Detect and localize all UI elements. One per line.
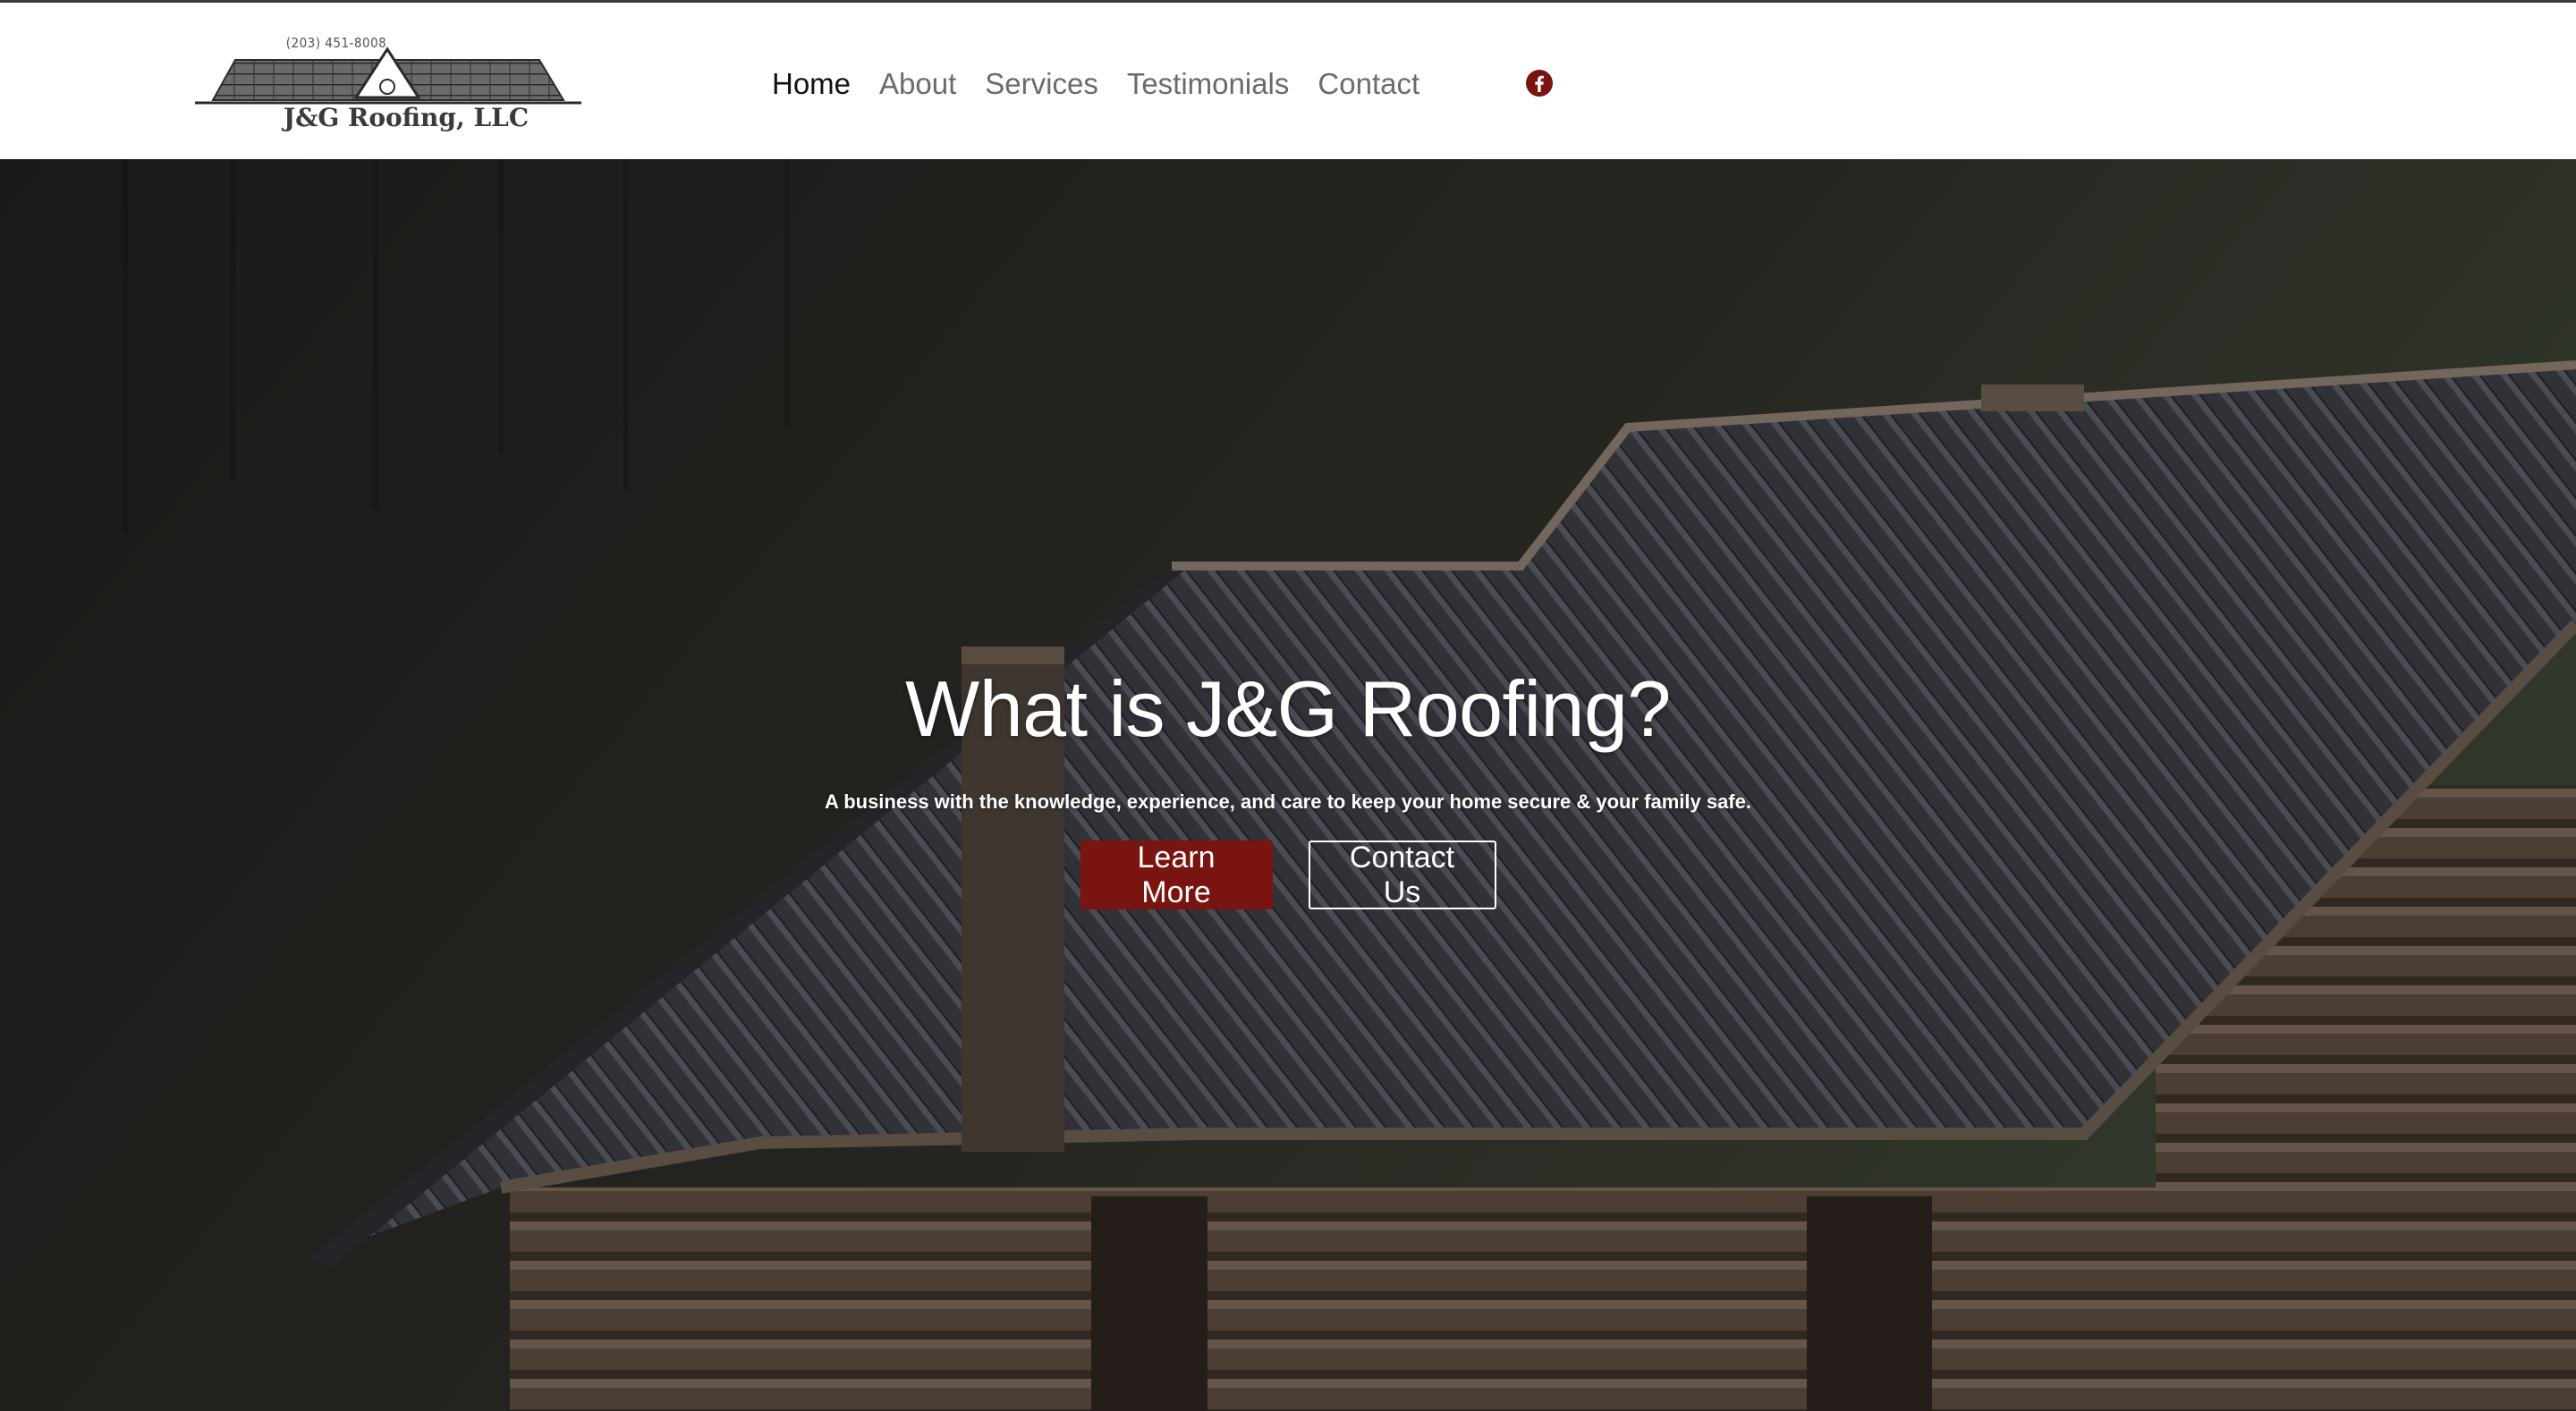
main-nav: Home About Services Testimonials Contact xyxy=(772,62,1419,106)
hero-content: What is J&G Roofing? A business with the… xyxy=(0,660,2576,909)
site-header: (203) 451-8008 J&G Roofing, LLC Home Abo… xyxy=(0,3,2576,159)
nav-services[interactable]: Services xyxy=(985,67,1098,101)
hero-buttons: Learn More Contact Us xyxy=(0,841,2576,909)
nav-about[interactable]: About xyxy=(879,67,956,101)
facebook-icon[interactable] xyxy=(1525,69,1554,97)
nav-contact[interactable]: Contact xyxy=(1318,67,1419,101)
hero-title: What is J&G Roofing? xyxy=(905,664,1671,753)
logo-company-name: J&G Roofing, LLC xyxy=(283,103,530,132)
nav-home[interactable]: Home xyxy=(772,67,851,101)
hero-section: What is J&G Roofing? A business with the… xyxy=(0,159,2576,1411)
nav-testimonials[interactable]: Testimonials xyxy=(1127,67,1290,101)
hero-subtitle: A business with the knowledge, experienc… xyxy=(825,790,1751,813)
learn-more-button[interactable]: Learn More xyxy=(1080,841,1273,909)
site-logo[interactable]: (203) 451-8008 J&G Roofing, LLC xyxy=(195,35,581,142)
contact-us-button[interactable]: Contact Us xyxy=(1308,841,1496,909)
